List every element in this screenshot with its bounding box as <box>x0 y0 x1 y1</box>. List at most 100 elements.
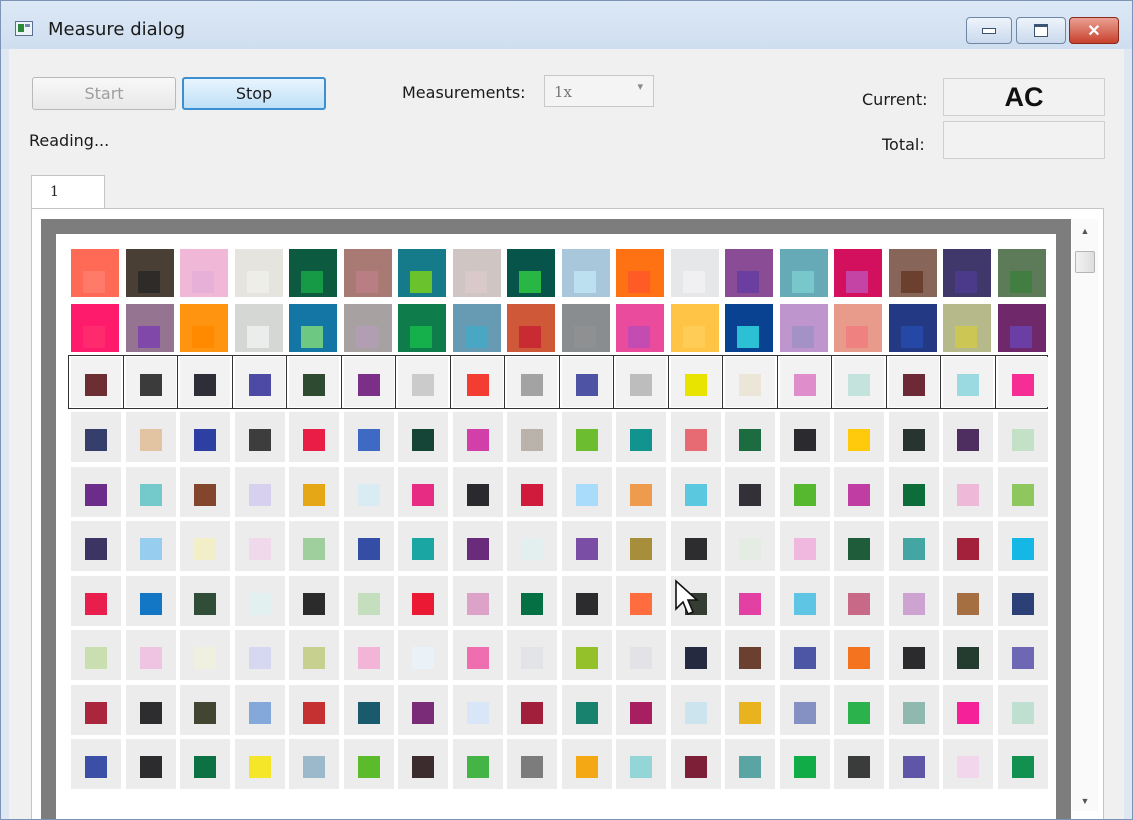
color-patch-center <box>791 326 814 348</box>
color-cell <box>834 466 884 517</box>
color-cell <box>943 521 993 571</box>
color-cell <box>289 739 339 789</box>
color-swatch <box>85 701 107 724</box>
color-cell <box>725 357 775 407</box>
measurements-select[interactable]: 1x ▾ <box>544 75 654 107</box>
color-cell <box>180 630 230 680</box>
color-cell <box>779 684 830 735</box>
row-divider <box>885 355 887 409</box>
stop-button[interactable]: Stop <box>182 77 326 110</box>
color-swatch <box>575 592 598 615</box>
color-swatch <box>848 429 870 451</box>
row-divider <box>831 355 832 409</box>
color-swatch <box>139 374 162 396</box>
color-swatch <box>248 647 271 669</box>
color-swatch <box>1011 756 1034 778</box>
color-swatch <box>684 374 707 396</box>
color-cell <box>670 466 721 517</box>
row-divider <box>940 355 941 409</box>
status-text: Reading... <box>29 131 110 150</box>
color-cell <box>834 412 884 462</box>
color-cell <box>725 684 775 735</box>
color-swatch <box>466 592 489 615</box>
color-cell <box>452 357 503 407</box>
close-button[interactable]: ✕ <box>1069 17 1119 44</box>
color-cell <box>779 630 830 680</box>
color-cell <box>888 630 939 680</box>
color-cell <box>234 575 285 626</box>
color-cell <box>561 412 612 462</box>
color-patch <box>943 249 991 297</box>
color-swatch <box>194 429 216 451</box>
color-cell <box>561 357 612 407</box>
color-patch <box>670 304 719 352</box>
scroll-thumb[interactable] <box>1075 251 1095 273</box>
color-cell <box>125 684 176 735</box>
color-cell <box>779 575 830 626</box>
color-swatch <box>466 647 489 669</box>
patch-chart-viewport[interactable] <box>41 219 1071 819</box>
color-cell <box>997 739 1048 789</box>
color-cell <box>125 521 176 571</box>
color-patch <box>725 249 773 297</box>
color-swatch <box>848 538 870 560</box>
color-swatch <box>521 756 543 778</box>
color-patch-center <box>83 326 105 348</box>
minimize-button[interactable] <box>966 17 1012 44</box>
color-swatch <box>357 483 380 506</box>
color-cell <box>888 412 939 462</box>
color-patch <box>343 249 392 297</box>
color-cell <box>398 521 448 571</box>
color-patch <box>398 304 446 352</box>
color-patch <box>834 249 882 297</box>
color-patch-center <box>355 271 378 293</box>
color-cell <box>71 684 121 735</box>
row-divider <box>558 355 560 409</box>
color-swatch <box>793 701 816 724</box>
tab-1[interactable]: 1 <box>31 175 105 209</box>
scroll-up-icon[interactable]: ▲ <box>1072 221 1098 241</box>
color-cell <box>71 412 121 462</box>
row-divider <box>340 355 342 409</box>
maximize-button[interactable] <box>1016 17 1066 44</box>
start-button[interactable]: Start <box>32 77 176 110</box>
color-swatch <box>957 592 979 615</box>
color-cell <box>234 684 285 735</box>
color-cell <box>398 412 448 462</box>
scroll-down-icon[interactable]: ▼ <box>1072 791 1098 811</box>
color-cell <box>125 466 176 517</box>
color-swatch <box>85 429 107 451</box>
color-cell <box>125 412 176 462</box>
row-divider <box>776 355 778 409</box>
color-cell <box>616 521 666 571</box>
color-cell <box>888 739 939 789</box>
color-patch <box>180 249 228 297</box>
vertical-scrollbar[interactable]: ▲ ▼ <box>1072 219 1098 811</box>
color-cell <box>289 412 339 462</box>
color-swatch <box>793 592 816 615</box>
color-cell <box>997 521 1048 571</box>
color-swatch <box>739 538 761 560</box>
color-swatch <box>303 429 325 451</box>
color-swatch <box>630 429 652 451</box>
color-cell <box>343 357 394 407</box>
color-swatch <box>194 592 216 615</box>
row-divider <box>994 355 996 409</box>
color-cell <box>997 466 1048 517</box>
title-bar[interactable]: Measure dialog ✕ <box>1 1 1132 49</box>
color-swatch <box>575 647 598 669</box>
color-swatch <box>248 483 271 506</box>
row-divider <box>286 355 287 409</box>
color-patch-center <box>737 326 759 348</box>
color-swatch <box>684 538 707 560</box>
color-swatch <box>248 592 271 615</box>
color-cell <box>997 630 1048 680</box>
color-cell <box>834 684 884 735</box>
color-swatch <box>85 483 107 506</box>
color-swatch <box>139 756 162 778</box>
color-swatch <box>848 701 870 724</box>
color-swatch <box>848 647 870 669</box>
color-swatch <box>957 374 979 396</box>
chevron-down-icon: ▾ <box>637 80 643 93</box>
row-divider <box>122 355 124 409</box>
